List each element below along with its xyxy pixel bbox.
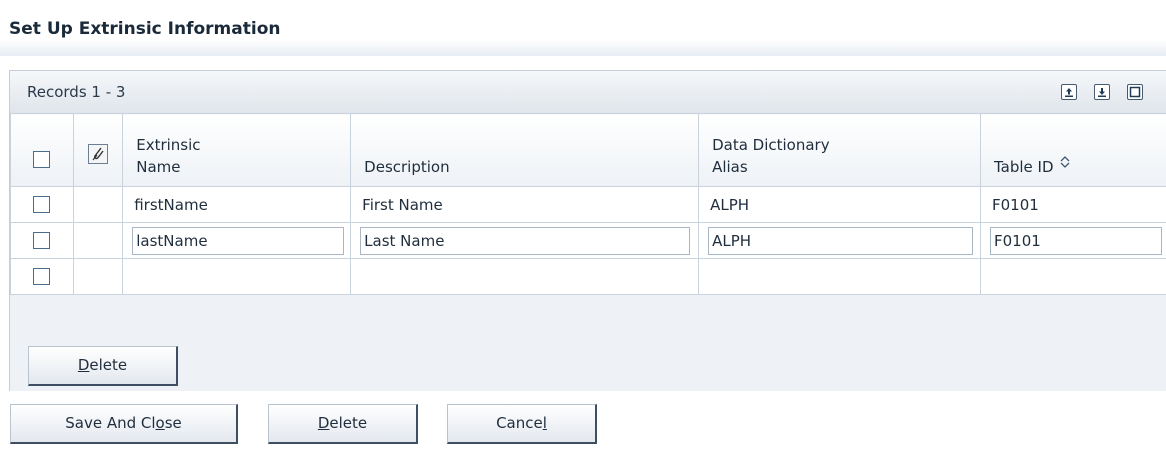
mnemonic-letter: o xyxy=(155,414,165,432)
description-cell xyxy=(350,222,700,259)
table-id-cell xyxy=(980,222,1166,259)
mnemonic-letter: l xyxy=(542,414,547,432)
dd-alias-input[interactable] xyxy=(708,226,974,255)
cancel-button[interactable]: Cancel xyxy=(447,404,597,444)
column-header-description[interactable]: Description xyxy=(350,113,700,187)
row-select-cell xyxy=(10,222,74,259)
import-icon[interactable] xyxy=(1094,84,1110,100)
attachment-icon[interactable] xyxy=(87,144,108,164)
extrinsic-name-label-line2: Name xyxy=(136,158,181,176)
extrinsic-name-cell: firstName xyxy=(122,186,352,223)
table-id-label: Table ID xyxy=(994,158,1054,176)
description-value: First Name xyxy=(362,195,443,214)
grid-delete-button[interactable]: Delete xyxy=(28,346,178,386)
column-header-dd-alias[interactable]: Data Dictionary Alias xyxy=(698,113,981,187)
column-header-extrinsic-name[interactable]: Extrinsic Name xyxy=(122,113,352,187)
page-title: Set Up Extrinsic Information xyxy=(9,19,281,39)
dd-alias-cell xyxy=(698,258,981,295)
records-bar: Records 1 - 3 xyxy=(10,71,1166,113)
records-count-label: Records 1 - 3 xyxy=(27,83,126,101)
table-row[interactable] xyxy=(10,222,1166,259)
row-checkbox[interactable] xyxy=(33,196,51,213)
delete-button[interactable]: Delete xyxy=(268,404,418,444)
dd-alias-label-line2: Alias xyxy=(712,158,748,176)
maximize-icon[interactable] xyxy=(1127,84,1143,100)
extrinsic-name-cell xyxy=(122,258,352,295)
column-header-table-id[interactable]: Table ID xyxy=(980,113,1166,187)
export-icon[interactable] xyxy=(1061,84,1077,100)
extrinsic-name-value: firstName xyxy=(134,195,208,214)
table-id-value: F0101 xyxy=(992,195,1039,214)
select-all-checkbox[interactable] xyxy=(33,151,51,168)
row-checkbox[interactable] xyxy=(33,232,51,249)
sort-icon[interactable] xyxy=(1058,153,1072,175)
row-select-cell xyxy=(10,186,74,223)
dd-alias-label-line1: Data Dictionary xyxy=(712,136,830,154)
row-select-cell xyxy=(10,258,74,295)
title-bar: Set Up Extrinsic Information xyxy=(0,0,1166,56)
save-and-close-button[interactable]: Save And Close xyxy=(10,404,238,444)
grid-panel: Records 1 - 3 Extrinsic Name Description… xyxy=(9,70,1166,391)
mnemonic-letter: D xyxy=(317,414,330,432)
extrinsic-name-label-line1: Extrinsic xyxy=(136,136,201,154)
extrinsic-name-cell xyxy=(122,222,352,259)
table-row[interactable]: firstName First Name ALPH F0101 xyxy=(10,186,1166,223)
table-row[interactable] xyxy=(10,258,1166,295)
extrinsic-name-input[interactable] xyxy=(132,226,345,255)
attachment-header xyxy=(72,113,124,187)
grid-header-row: Extrinsic Name Description Data Dictiona… xyxy=(10,113,1166,187)
table-id-input[interactable] xyxy=(990,226,1162,255)
row-checkbox[interactable] xyxy=(33,268,51,285)
table-id-cell: F0101 xyxy=(980,186,1166,223)
description-label: Description xyxy=(364,158,450,176)
select-all-header xyxy=(10,113,74,187)
description-input[interactable] xyxy=(360,226,691,255)
description-cell xyxy=(350,258,700,295)
attachment-cell xyxy=(72,258,124,295)
dd-alias-cell: ALPH xyxy=(698,186,981,223)
attachment-cell xyxy=(72,222,124,259)
description-cell: First Name xyxy=(350,186,700,223)
mnemonic-letter: D xyxy=(77,356,90,374)
extrinsic-grid: Extrinsic Name Description Data Dictiona… xyxy=(10,113,1166,295)
attachment-cell xyxy=(72,186,124,223)
dd-alias-value: ALPH xyxy=(710,195,750,214)
dd-alias-cell xyxy=(698,222,981,259)
table-id-cell xyxy=(980,258,1166,295)
